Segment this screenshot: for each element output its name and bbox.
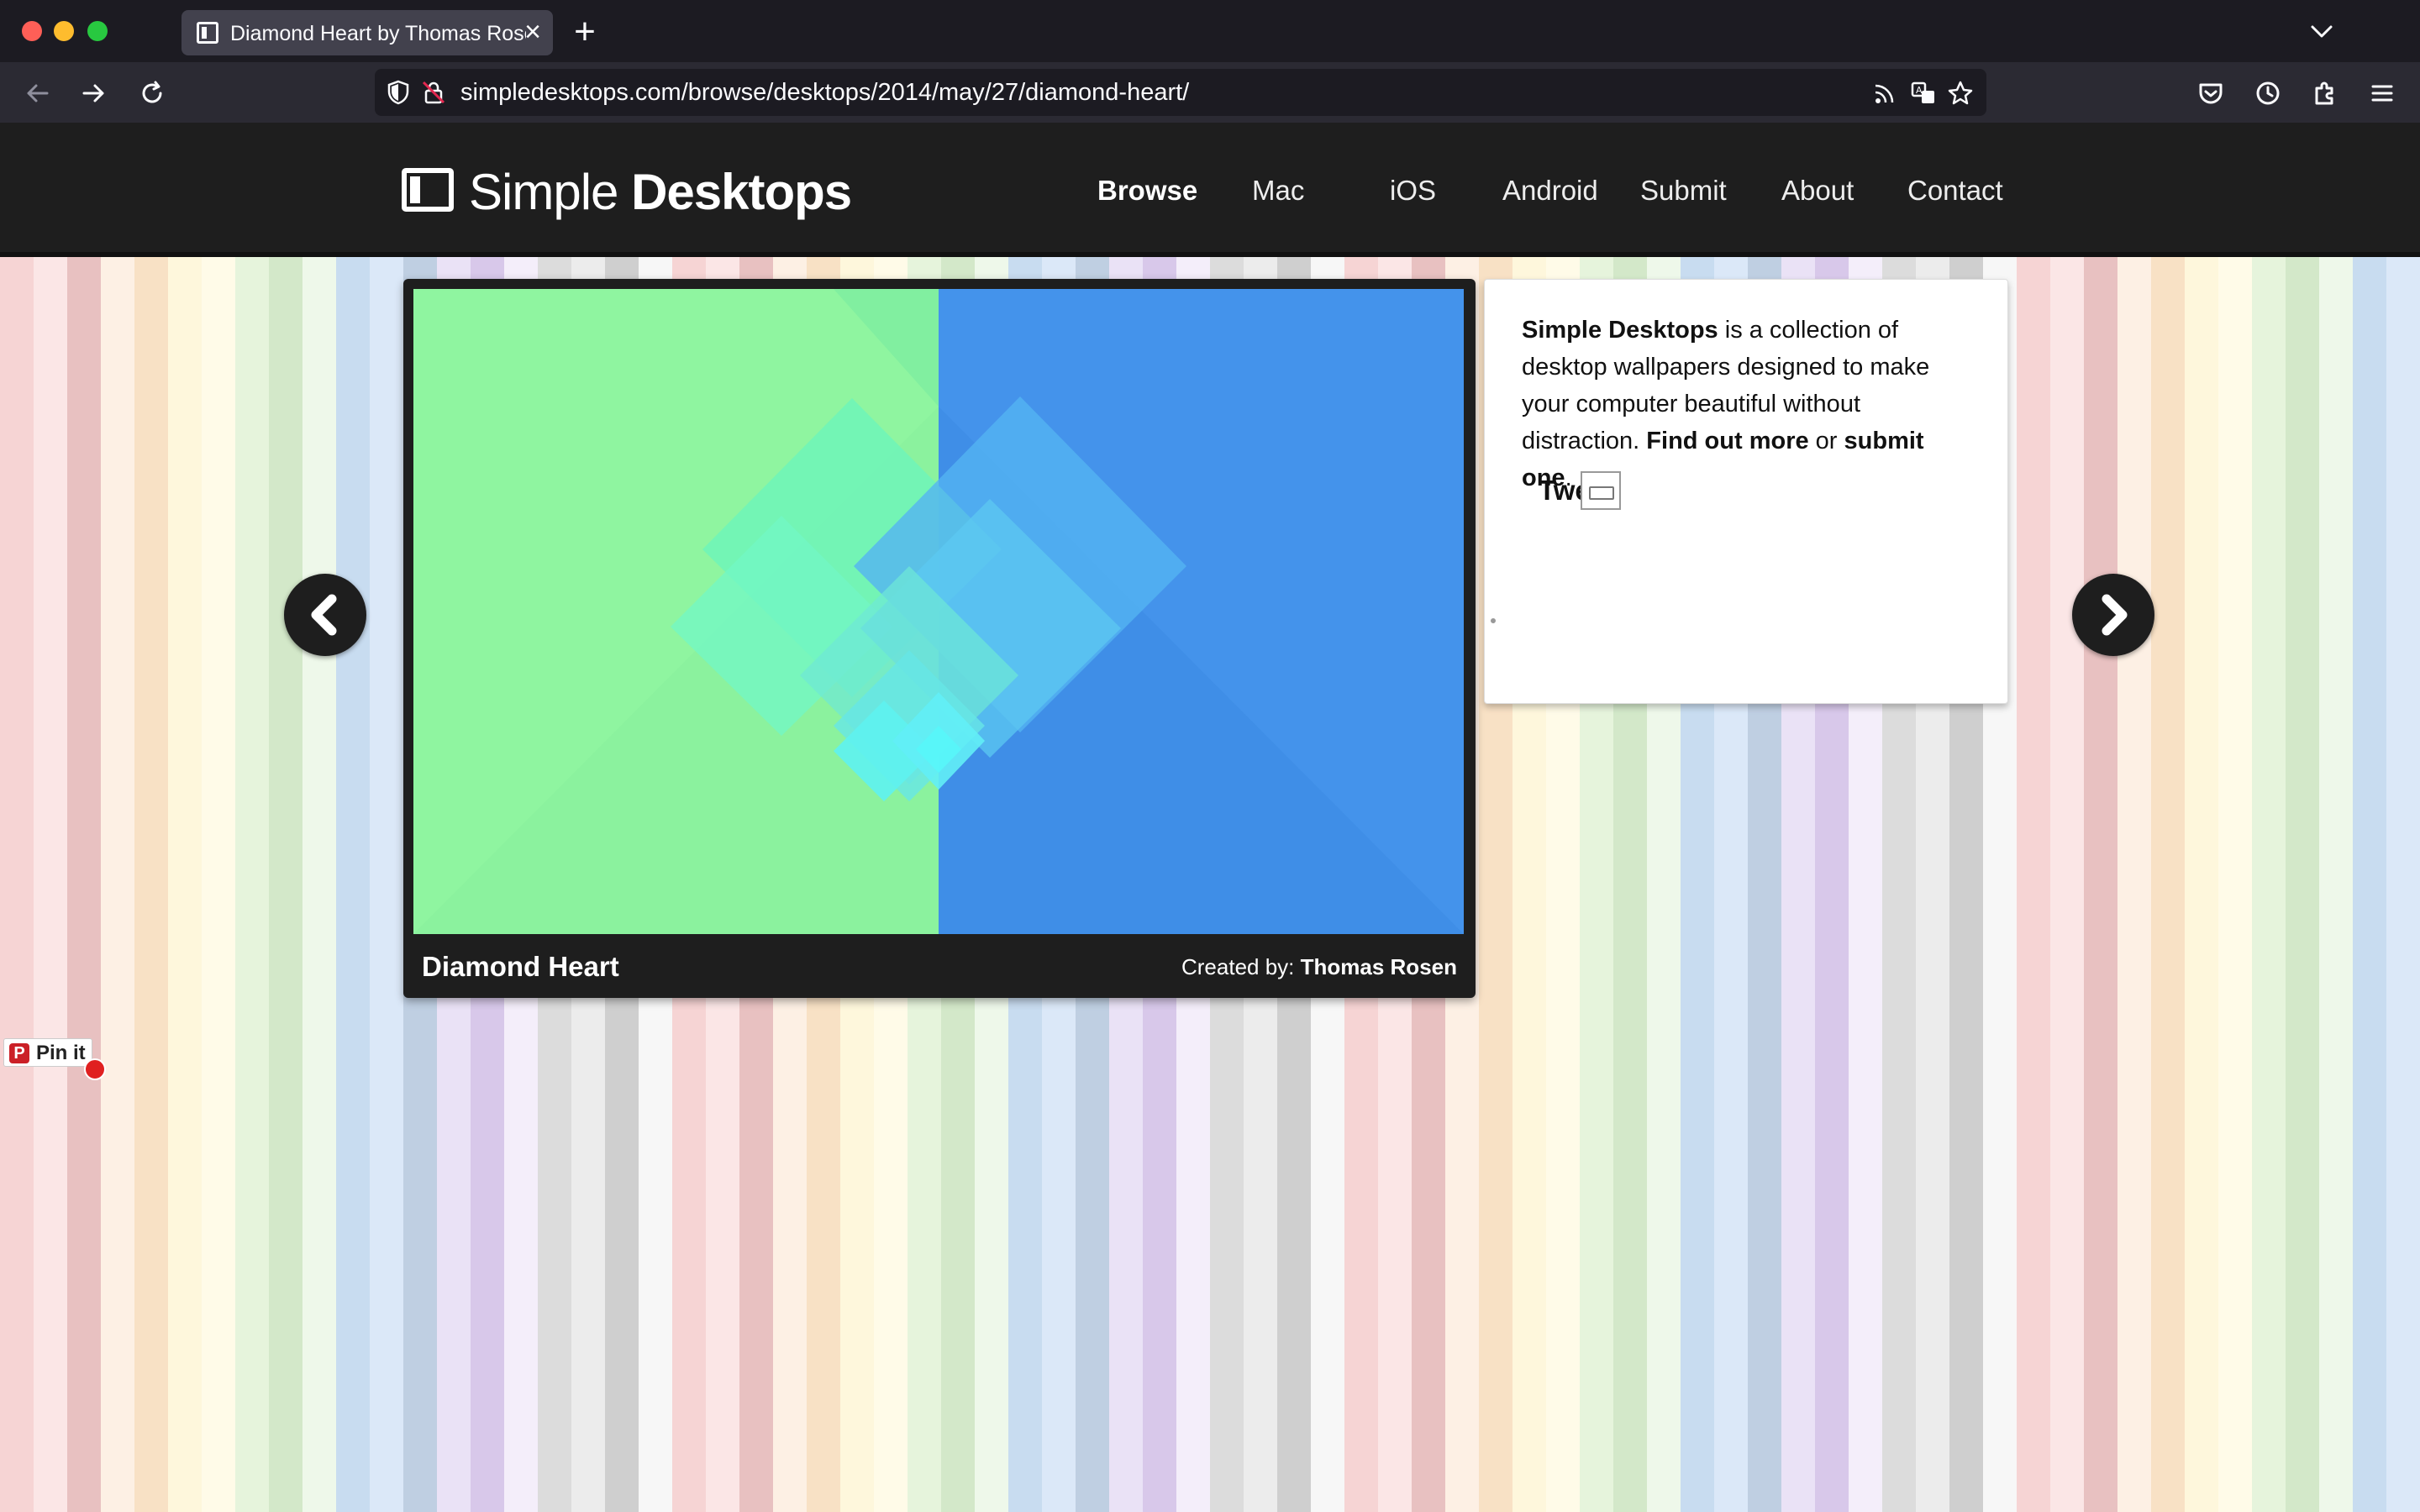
back-button[interactable] <box>22 77 54 109</box>
new-tab-button[interactable]: + <box>570 13 600 50</box>
wallpaper-image[interactable] <box>413 289 1464 934</box>
nav-ios[interactable]: iOS <box>1390 175 1436 207</box>
nav-contact[interactable]: Contact <box>1907 175 2003 207</box>
browser-tab-bar: Diamond Heart by Thomas Rose × + <box>0 0 2420 62</box>
site-description: Simple Desktops is a collection of deskt… <box>1522 317 1930 491</box>
tracking-shield-icon[interactable] <box>385 79 412 106</box>
author-link[interactable]: Thomas Rosen <box>1301 954 1457 979</box>
list-all-tabs-button[interactable] <box>2307 17 2336 45</box>
credit-label: Created by: <box>1181 954 1295 979</box>
forward-button[interactable] <box>77 77 109 109</box>
brand-name: Simple Desktops <box>1522 317 1718 344</box>
find-out-more-link[interactable]: Find out more <box>1646 428 1808 454</box>
site-nav: Browse Mac iOS Android Submit About Cont… <box>0 175 2420 208</box>
url-text: simpledesktops.com/browse/desktops/2014/… <box>460 79 1190 106</box>
pocket-icon <box>2199 83 2223 104</box>
wallpaper-viewer: Diamond Heart Created by: Thomas Rosen <box>403 279 1476 998</box>
reload-icon <box>142 81 162 103</box>
bookmark-star-icon[interactable] <box>1946 79 1975 108</box>
nav-android[interactable]: Android <box>1502 175 1598 207</box>
nav-mac[interactable]: Mac <box>1252 175 1304 207</box>
pin-badge-icon <box>84 1058 106 1080</box>
nav-about[interactable]: About <box>1781 175 1854 207</box>
svg-text:A: A <box>1916 85 1923 96</box>
rss-feed-icon[interactable] <box>1870 79 1899 108</box>
close-window-button[interactable] <box>22 21 42 41</box>
app-menu-button[interactable] <box>2366 77 2398 109</box>
page-viewport: Simple Desktops Browse Mac iOS Android S… <box>0 123 2420 1512</box>
insecure-lock-icon[interactable] <box>420 79 447 106</box>
divider-dot <box>1491 618 1496 623</box>
arrow-right-icon <box>82 84 104 102</box>
browser-nav-bar: simpledesktops.com/browse/desktops/2014/… <box>0 62 2420 123</box>
chevron-right-icon <box>2102 594 2128 636</box>
pin-it-button[interactable]: P Pin it <box>3 1038 92 1067</box>
tab-close-icon[interactable]: × <box>521 18 544 46</box>
previous-wallpaper-button[interactable] <box>284 574 366 656</box>
browser-tab[interactable]: Diamond Heart by Thomas Rose × <box>182 10 553 55</box>
pinterest-icon: P <box>9 1043 29 1063</box>
pin-it-label: Pin it <box>36 1042 86 1064</box>
extensions-button[interactable] <box>2309 77 2341 109</box>
reload-button[interactable] <box>136 77 168 109</box>
pocket-button[interactable] <box>2195 77 2227 109</box>
tab-title: Diamond Heart by Thomas Rose <box>230 22 526 45</box>
minimize-window-button[interactable] <box>54 21 74 41</box>
site-header: Simple Desktops Browse Mac iOS Android S… <box>0 123 2420 257</box>
arrow-left-icon <box>27 84 49 102</box>
site-info-box: Simple Desktops is a collection of deskt… <box>1484 279 2008 704</box>
translate-icon[interactable]: A <box>1909 79 1938 108</box>
next-wallpaper-button[interactable] <box>2072 574 2154 656</box>
url-bar[interactable]: simpledesktops.com/browse/desktops/2014/… <box>375 69 1986 116</box>
history-button[interactable] <box>2252 77 2284 109</box>
broken-image-icon <box>1581 471 1621 510</box>
chevron-left-icon <box>311 594 337 636</box>
wallpaper-title: Diamond Heart <box>422 951 619 982</box>
site-favicon-icon <box>197 22 218 44</box>
chevron-down-icon <box>2311 25 2333 38</box>
hamburger-menu-icon <box>2371 85 2393 102</box>
nav-submit[interactable]: Submit <box>1640 175 1727 207</box>
nav-browse[interactable]: Browse <box>1097 175 1197 207</box>
zoom-window-button[interactable] <box>87 21 108 41</box>
puzzle-piece-icon <box>2315 81 2333 105</box>
diamond-heart-artwork <box>413 289 1464 934</box>
tweet-button[interactable]: Twe <box>1539 471 1623 510</box>
clock-icon <box>2256 81 2280 105</box>
wallpaper-credit: Created by: Thomas Rosen <box>1181 954 1457 980</box>
